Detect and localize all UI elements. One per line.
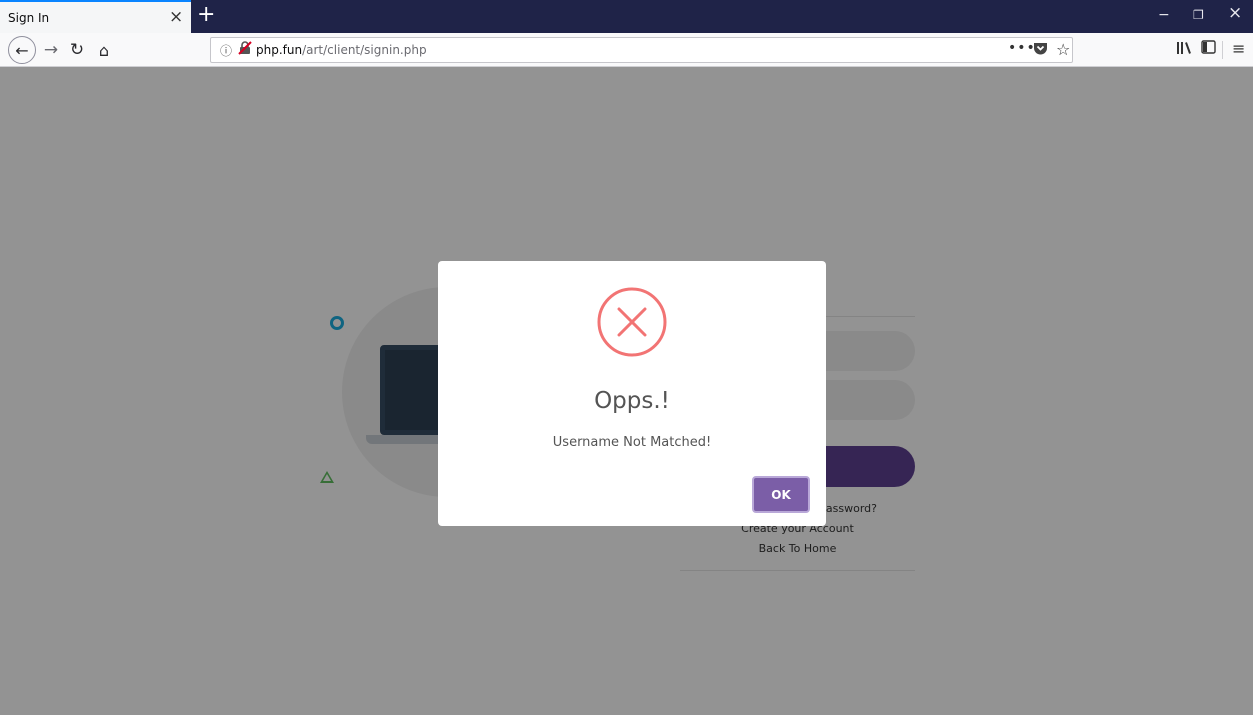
error-x-icon (596, 286, 668, 358)
page-actions-icon[interactable]: ••• (1008, 40, 1036, 56)
ok-button[interactable]: OK (752, 476, 810, 513)
sidebar-icon[interactable] (1201, 40, 1216, 58)
tab-sign-in[interactable]: Sign In × (0, 0, 191, 33)
home-icon[interactable]: ⌂ (93, 36, 115, 64)
nav-toolbar: ← → ↻ ⌂ ⓘ php.fun/art/client/signin.php … (0, 33, 1253, 67)
toolbar-divider (1222, 41, 1223, 59)
new-tab-icon[interactable]: + (197, 2, 215, 28)
tab-close-icon[interactable]: × (169, 7, 183, 27)
minimize-icon[interactable]: − (1158, 6, 1170, 24)
page-viewport: N assword? Create your Account Back To H… (0, 67, 1253, 715)
tab-strip: Sign In × + − ❐ × (0, 0, 1253, 33)
pocket-icon[interactable] (1033, 41, 1048, 59)
library-icon[interactable] (1176, 41, 1192, 59)
menu-icon[interactable]: ≡ (1232, 39, 1245, 58)
url-path: /art/client/signin.php (302, 43, 427, 57)
close-window-icon[interactable]: × (1228, 4, 1242, 22)
dialog-title: Opps.! (594, 388, 670, 414)
dialog-message: Username Not Matched! (552, 435, 712, 450)
tab-title: Sign In (8, 11, 50, 25)
url-host: php.fun (256, 43, 303, 57)
bookmark-star-icon[interactable]: ☆ (1056, 40, 1070, 59)
back-icon[interactable]: ← (8, 36, 36, 64)
info-icon[interactable]: ⓘ (220, 42, 232, 59)
error-dialog: Opps.! Username Not Matched! OK (438, 261, 826, 526)
url-text[interactable]: php.fun/art/client/signin.php (256, 43, 427, 57)
restore-icon[interactable]: ❐ (1193, 6, 1204, 24)
insecure-lock-icon[interactable] (238, 41, 252, 59)
forward-icon[interactable]: → (40, 36, 62, 64)
reload-icon[interactable]: ↻ (66, 36, 88, 64)
url-bar[interactable]: ⓘ php.fun/art/client/signin.php ••• ☆ (210, 37, 1073, 63)
